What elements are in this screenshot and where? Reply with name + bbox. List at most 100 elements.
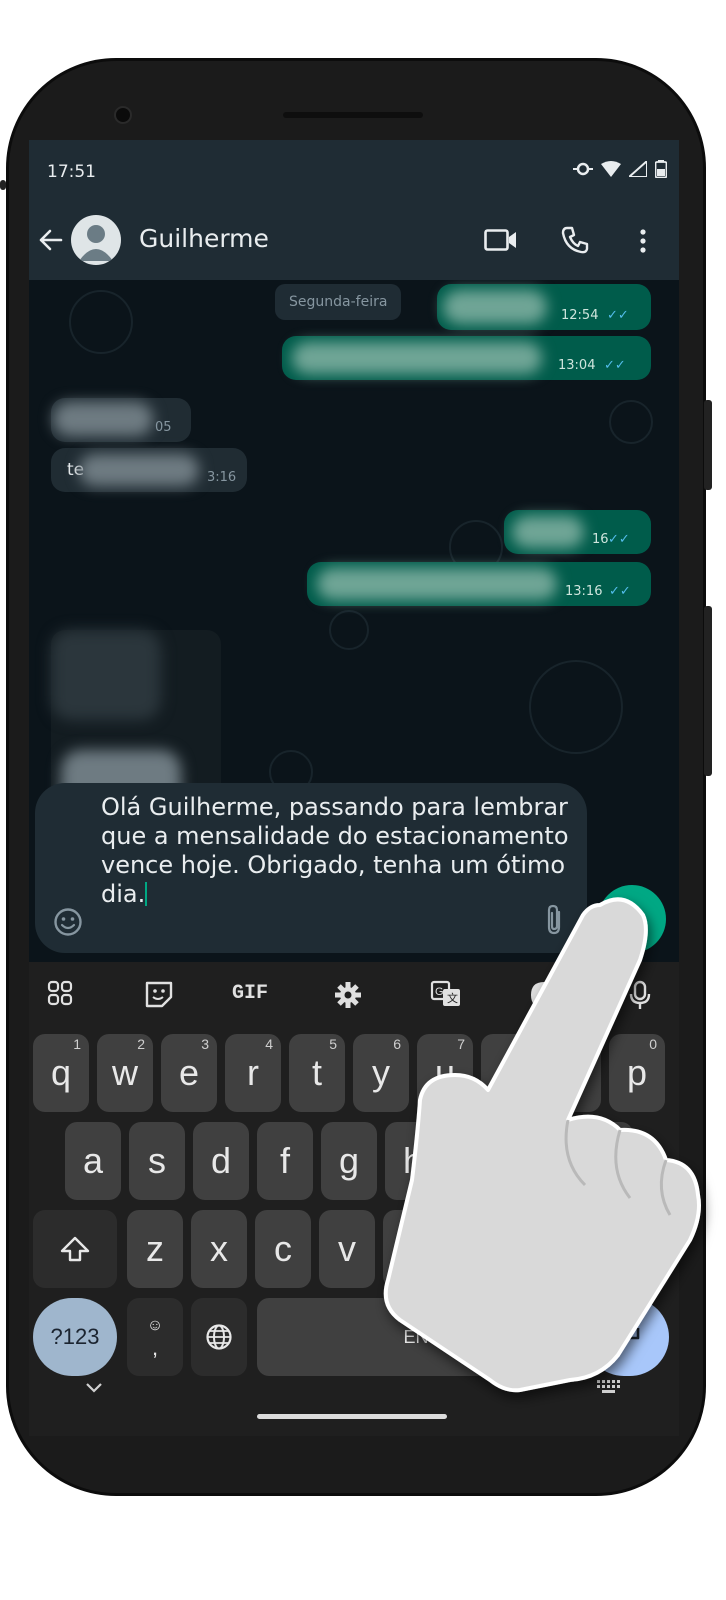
read-receipt-icon: ✓✓ xyxy=(608,532,630,547)
key-c[interactable]: c xyxy=(255,1210,311,1288)
wallpaper-doodle xyxy=(529,660,623,754)
key-b[interactable]: b xyxy=(383,1210,439,1288)
svg-text:G: G xyxy=(435,986,444,998)
key-f[interactable]: f xyxy=(257,1122,313,1200)
volume-button xyxy=(704,400,712,490)
language-key[interactable] xyxy=(191,1298,247,1376)
key-r[interactable]: r4 xyxy=(225,1034,281,1112)
status-icons xyxy=(573,160,667,178)
contact-name[interactable]: Guilherme xyxy=(139,224,269,253)
key-i[interactable]: i8 xyxy=(481,1034,537,1112)
voice-call-icon[interactable] xyxy=(560,225,590,255)
power-button xyxy=(704,606,712,776)
chat-app-bar: Guilherme xyxy=(29,200,679,280)
backspace-key[interactable] xyxy=(577,1210,669,1288)
attach-icon[interactable] xyxy=(543,903,567,937)
palette-icon[interactable] xyxy=(529,980,559,1010)
sticker-icon[interactable] xyxy=(144,980,174,1008)
key-g[interactable]: g xyxy=(321,1122,377,1200)
enter-icon xyxy=(614,1328,640,1345)
keyboard-switcher-icon[interactable] xyxy=(597,1380,621,1394)
redacted-text xyxy=(317,568,557,600)
date-chip: Segunda-feira xyxy=(275,284,402,320)
more-options-icon[interactable] xyxy=(637,228,649,254)
symbols-key[interactable]: ?123 xyxy=(33,1298,117,1376)
redacted-text xyxy=(512,516,584,548)
incoming-message[interactable]: 05 xyxy=(51,398,191,442)
message-time: 16 xyxy=(592,532,609,547)
incoming-message[interactable]: te 3:16 xyxy=(51,448,247,492)
space-language-label: EN xyxy=(403,1326,429,1347)
front-camera xyxy=(114,106,132,124)
earpiece-speaker xyxy=(283,112,423,118)
wallpaper-doodle xyxy=(329,610,369,650)
space-key[interactable]: EN xyxy=(257,1298,575,1376)
outgoing-message[interactable]: 13:16 ✓✓ xyxy=(307,562,651,606)
outgoing-message[interactable]: 13:04 ✓✓ xyxy=(282,336,651,380)
key-j[interactable]: j xyxy=(449,1122,505,1200)
status-bar: 17:51 xyxy=(29,140,679,200)
key-s[interactable]: s xyxy=(129,1122,185,1200)
gif-button[interactable]: GIF xyxy=(232,982,268,1005)
mic-icon[interactable] xyxy=(629,980,651,1010)
outgoing-message[interactable]: 12:54 ✓✓ xyxy=(437,284,651,330)
shift-key[interactable] xyxy=(33,1210,117,1288)
emoji-small-icon: ☺ xyxy=(146,1317,164,1334)
svg-text:文: 文 xyxy=(447,991,458,1005)
comma-glyph: , xyxy=(151,1335,159,1360)
backspace-icon xyxy=(606,1237,640,1261)
gesture-nav-bar[interactable] xyxy=(257,1414,447,1419)
outgoing-message[interactable]: 16 ✓✓ xyxy=(504,510,651,554)
signal-icon xyxy=(629,161,647,177)
redacted-text xyxy=(53,402,153,436)
key-q[interactable]: q1 xyxy=(33,1034,89,1112)
message-time: 3:16 xyxy=(207,470,237,485)
emoji-comma-key[interactable]: ☺ , xyxy=(127,1298,183,1376)
key-a[interactable]: a xyxy=(65,1122,121,1200)
contact-avatar[interactable] xyxy=(71,215,121,265)
redacted-text xyxy=(79,454,199,486)
key-w[interactable]: w2 xyxy=(97,1034,153,1112)
key-y[interactable]: y6 xyxy=(353,1034,409,1112)
back-arrow-icon[interactable] xyxy=(37,227,63,253)
key-k[interactable]: k xyxy=(513,1122,569,1200)
emoji-icon[interactable] xyxy=(53,907,83,937)
key-p[interactable]: p0 xyxy=(609,1034,665,1112)
key-h[interactable]: h xyxy=(385,1122,441,1200)
translate-icon[interactable]: G 文 xyxy=(430,980,462,1008)
key-m[interactable]: m xyxy=(511,1210,567,1288)
shift-icon xyxy=(60,1236,90,1262)
video-call-icon[interactable] xyxy=(484,228,518,252)
key-x[interactable]: x xyxy=(191,1210,247,1288)
key-z[interactable]: z xyxy=(127,1210,183,1288)
message-time: 13:04 xyxy=(558,358,596,373)
keyboard: GIF G 文 q1 w2 e3 r4 t5 y6 u7 i8 o9 p0 a … xyxy=(29,962,679,1436)
send-button[interactable] xyxy=(598,885,666,953)
default-avatar-icon xyxy=(79,225,113,261)
date-chip-label: Segunda-feira xyxy=(289,294,388,310)
message-input[interactable]: Olá Guilherme, passando para lembrar que… xyxy=(101,793,571,909)
redacted-text xyxy=(443,290,547,324)
key-e[interactable]: e3 xyxy=(161,1034,217,1112)
key-l[interactable]: l xyxy=(577,1122,633,1200)
key-o[interactable]: o9 xyxy=(545,1034,601,1112)
key-n[interactable]: n xyxy=(447,1210,503,1288)
redacted-text xyxy=(292,342,542,374)
enter-key[interactable] xyxy=(585,1298,669,1376)
wallpaper-doodle xyxy=(69,290,133,354)
data-saver-icon xyxy=(573,162,593,176)
key-u[interactable]: u7 xyxy=(417,1034,473,1112)
battery-icon xyxy=(655,160,667,178)
text-cursor xyxy=(145,882,148,906)
message-composer[interactable]: Olá Guilherme, passando para lembrar que… xyxy=(35,783,587,953)
key-t[interactable]: t5 xyxy=(289,1034,345,1112)
wifi-icon xyxy=(601,161,621,177)
message-time: 12:54 xyxy=(561,308,599,323)
key-v[interactable]: v xyxy=(319,1210,375,1288)
hide-keyboard-icon[interactable] xyxy=(85,1382,103,1394)
apps-grid-icon[interactable] xyxy=(47,980,73,1006)
key-d[interactable]: d xyxy=(193,1122,249,1200)
screen: 17:51 Guilherme Segunda-feira 12:54 ✓✓ 1… xyxy=(29,140,679,1436)
settings-icon[interactable] xyxy=(333,980,363,1010)
message-time: 05 xyxy=(155,420,172,435)
